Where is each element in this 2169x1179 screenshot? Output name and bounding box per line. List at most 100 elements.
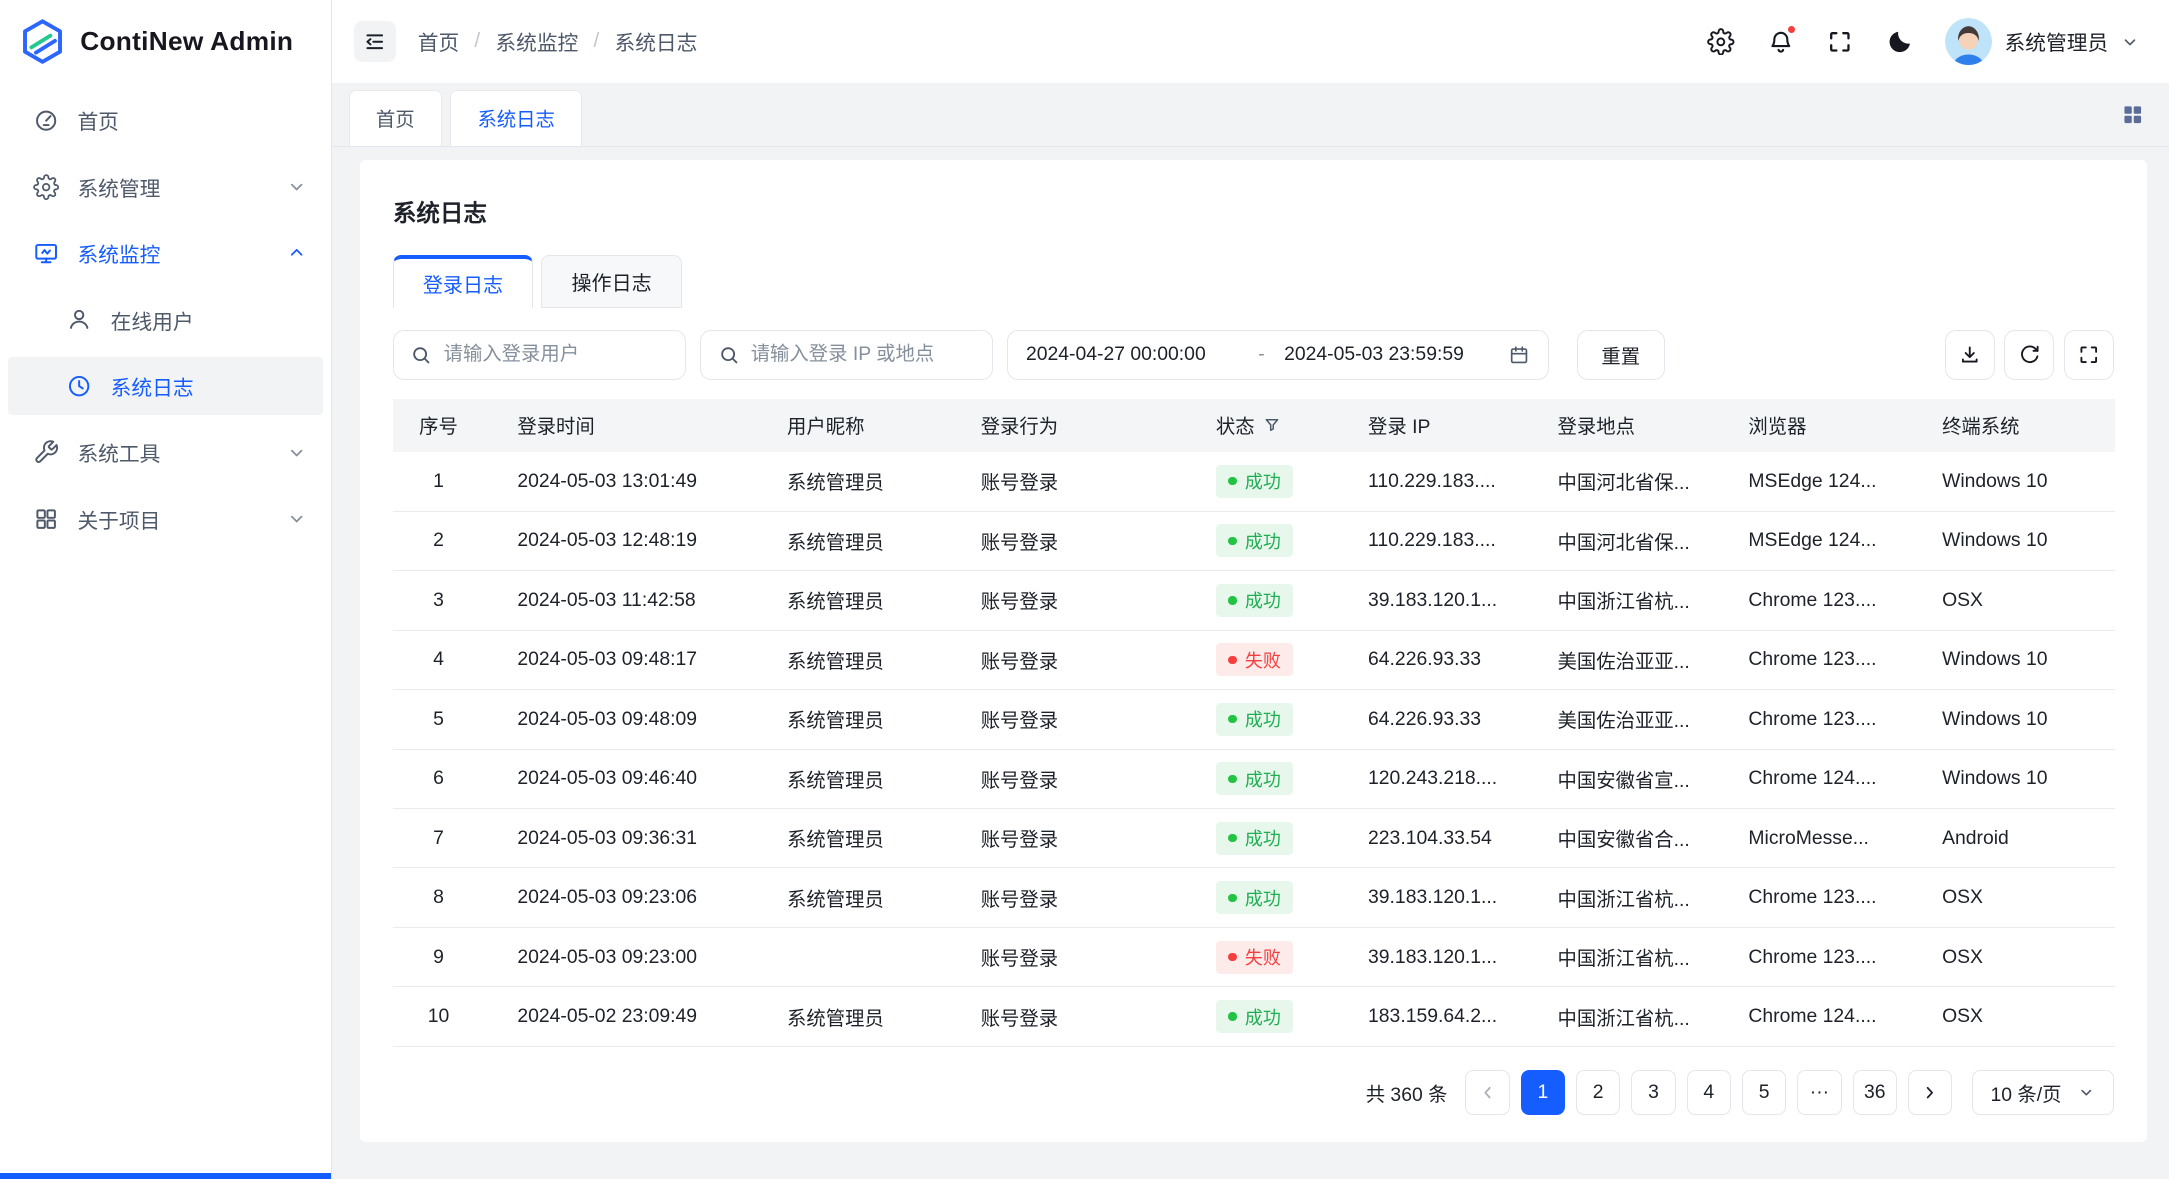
dark-mode-moon-icon[interactable] — [1886, 28, 1914, 56]
cell-nickname: 系统管理员 — [762, 511, 956, 570]
refresh-button[interactable] — [2004, 330, 2054, 380]
cell-index: 5 — [393, 690, 493, 749]
app-logo[interactable]: ContiNew Admin — [0, 0, 331, 83]
next-page-button[interactable] — [1908, 1070, 1952, 1114]
breadcrumb-item[interactable]: 系统监控 — [495, 26, 578, 56]
column-header: 登录行为 — [956, 399, 1191, 452]
prev-page-button[interactable] — [1465, 1070, 1509, 1114]
cell-action: 账号登录 — [956, 749, 1191, 808]
sidebar-menu: 首页系统管理系统监控在线用户系统日志系统工具关于项目 — [0, 83, 331, 556]
cell-status: 失败 — [1191, 927, 1343, 986]
page-size-value: 10 条/页 — [1991, 1079, 2062, 1107]
notification-bell-icon[interactable] — [1767, 28, 1795, 56]
login-user-input[interactable] — [444, 343, 669, 366]
expand-button[interactable] — [2064, 330, 2114, 380]
tab-operation-log[interactable]: 操作日志 — [541, 255, 681, 308]
cell-ip: 39.183.120.1... — [1343, 868, 1533, 927]
table-row: 92024-05-03 09:23:00账号登录失败39.183.120.1..… — [393, 927, 2115, 986]
column-header: 浏览器 — [1724, 399, 1918, 452]
logo-hexagon-icon — [19, 18, 66, 65]
settings-gear-icon[interactable] — [1707, 28, 1735, 56]
chevron-down-icon — [287, 509, 306, 528]
login-user-search-field[interactable] — [393, 330, 686, 380]
tab-login-log[interactable]: 登录日志 — [393, 255, 533, 308]
cell-location: 中国浙江省杭... — [1533, 987, 1724, 1046]
chevron-down-icon — [2121, 33, 2139, 51]
cell-nickname: 系统管理员 — [762, 987, 956, 1046]
table-action-buttons — [1945, 330, 2114, 380]
cell-os: OSX — [1917, 927, 2115, 986]
breadcrumb-item[interactable]: 系统日志 — [614, 26, 697, 56]
wrench-icon — [33, 439, 59, 465]
cell-os: OSX — [1917, 868, 2115, 927]
status-badge: 成功 — [1216, 822, 1293, 855]
column-header: 登录地点 — [1533, 399, 1724, 452]
page-button-2[interactable]: 2 — [1576, 1070, 1620, 1114]
cell-ip: 39.183.120.1... — [1343, 571, 1533, 630]
cell-browser: Chrome 123.... — [1724, 690, 1918, 749]
status-dot-icon — [1228, 596, 1236, 604]
status-badge: 成功 — [1216, 524, 1293, 557]
status-badge: 成功 — [1216, 762, 1293, 795]
cell-action: 账号登录 — [956, 511, 1191, 570]
tabbar-tab[interactable]: 首页 — [349, 90, 442, 145]
sidebar-item-system-tools[interactable]: 系统工具 — [8, 423, 322, 481]
cell-browser: Chrome 123.... — [1724, 630, 1918, 689]
sidebar-item-about-project[interactable]: 关于项目 — [8, 490, 322, 548]
table-row: 12024-05-03 13:01:49系统管理员账号登录成功110.229.1… — [393, 452, 2115, 511]
cell-browser: Chrome 123.... — [1724, 927, 1918, 986]
search-icon — [718, 344, 740, 366]
chevron-down-icon — [2078, 1084, 2095, 1101]
tabbar-tab[interactable]: 系统日志 — [450, 90, 582, 145]
download-button[interactable] — [1945, 330, 1995, 380]
sidebar-item-home[interactable]: 首页 — [8, 91, 322, 149]
page-tabs: 首页系统日志 — [349, 90, 583, 145]
filter-icon[interactable] — [1263, 416, 1281, 434]
status-dot-icon — [1228, 834, 1236, 842]
user-icon — [66, 306, 92, 332]
page-button-4[interactable]: 4 — [1687, 1070, 1731, 1114]
cell-status: 成功 — [1191, 868, 1343, 927]
user-menu[interactable]: 系统管理员 — [1945, 18, 2139, 65]
page-title: 系统日志 — [393, 194, 2114, 228]
page-button-36[interactable]: 36 — [1853, 1070, 1897, 1114]
more-pages-button[interactable]: ··· — [1797, 1070, 1841, 1114]
gear-icon — [33, 174, 59, 200]
reset-button[interactable]: 重置 — [1577, 330, 1665, 380]
sidebar-item-online-users[interactable]: 在线用户 — [8, 290, 322, 348]
column-header: 用户昵称 — [762, 399, 956, 452]
page-button-1[interactable]: 1 — [1521, 1070, 1565, 1114]
login-ip-input[interactable] — [751, 343, 976, 366]
sidebar-item-label: 系统工具 — [77, 437, 268, 467]
sidebar-item-system-management[interactable]: 系统管理 — [8, 158, 322, 216]
breadcrumb-item[interactable]: 首页 — [418, 26, 459, 56]
sidebar-item-system-monitor[interactable]: 系统监控 — [8, 224, 322, 282]
page-button-3[interactable]: 3 — [1631, 1070, 1675, 1114]
sidebar-item-system-logs[interactable]: 系统日志 — [8, 357, 322, 415]
breadcrumb: 首页/系统监控/系统日志 — [418, 26, 698, 56]
table-row: 72024-05-03 09:36:31系统管理员账号登录成功223.104.3… — [393, 809, 2115, 868]
cell-login-time: 2024-05-03 09:23:06 — [492, 868, 762, 927]
login-ip-search-field[interactable] — [700, 330, 993, 380]
cell-action: 账号登录 — [956, 809, 1191, 868]
page-button-5[interactable]: 5 — [1742, 1070, 1786, 1114]
sidebar-item-label: 关于项目 — [77, 504, 268, 534]
cell-browser: Chrome 124.... — [1724, 749, 1918, 808]
cell-os: Windows 10 — [1917, 452, 2115, 511]
user-name: 系统管理员 — [2005, 26, 2109, 56]
status-dot-icon — [1228, 537, 1236, 545]
cell-browser: MicroMesse... — [1724, 809, 1918, 868]
cell-login-time: 2024-05-03 13:01:49 — [492, 452, 762, 511]
cell-nickname: 系统管理员 — [762, 571, 956, 630]
cell-location: 中国安徽省宣... — [1533, 749, 1724, 808]
page-size-select[interactable]: 10 条/页 — [1972, 1070, 2114, 1114]
fullscreen-icon[interactable] — [1826, 28, 1854, 56]
status-badge: 成功 — [1216, 703, 1293, 736]
date-range-picker[interactable]: 2024-04-27 00:00:00 - 2024-05-03 23:59:5… — [1007, 330, 1549, 380]
chevron-down-icon — [287, 443, 306, 462]
cell-location: 美国佐治亚亚... — [1533, 690, 1724, 749]
layout-grid-icon[interactable] — [2121, 103, 2145, 127]
cell-action: 账号登录 — [956, 868, 1191, 927]
sidebar-item-label: 在线用户 — [111, 305, 306, 335]
sidebar-collapse-button[interactable] — [354, 21, 395, 62]
